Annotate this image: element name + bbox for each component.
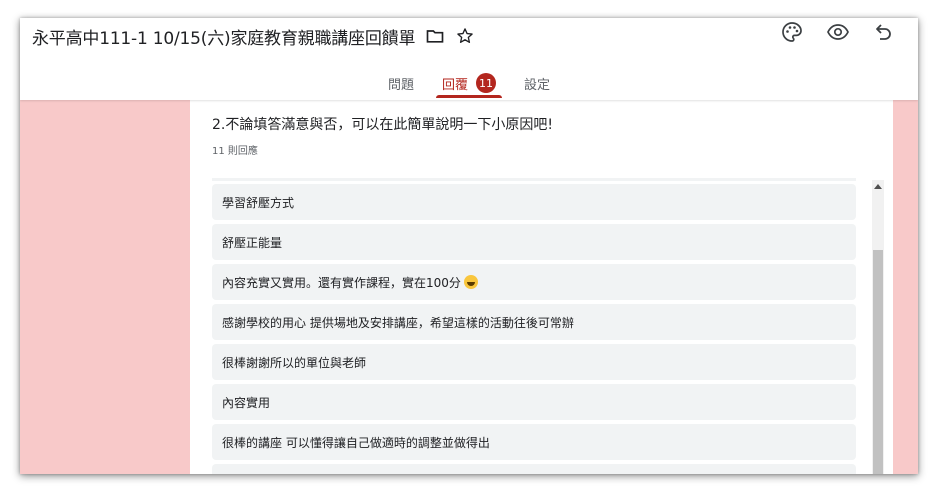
list-item: 感謝學校的用心 提供場地及安排講座，希望這樣的活動往後可常辦 xyxy=(212,304,856,340)
list-item: 內容實用 xyxy=(212,384,856,420)
response-text: 內容實用 xyxy=(222,395,271,410)
tab-bar: 問題 回覆 11 設定 xyxy=(20,72,918,100)
tab-responses[interactable]: 回覆 11 xyxy=(435,72,503,98)
tab-questions-label: 問題 xyxy=(387,77,414,93)
question-card: 2.不論填答滿意與否，可以在此簡單說明一下小原因吧! 11 則回應 學習舒壓方式… xyxy=(190,100,893,474)
title-row: 永平高中111-1 10/15(六)家庭教育親職講座回饋單 xyxy=(32,24,475,49)
scroll-up-arrow-icon[interactable] xyxy=(874,184,882,189)
list-item: 內容充實又實用。還有實作課程，實在100分 xyxy=(212,264,856,300)
response-list-scrollbar[interactable] xyxy=(872,180,884,474)
question-response-count: 11 則回應 xyxy=(212,146,258,157)
tab-settings-label: 設定 xyxy=(524,77,551,93)
eye-preview-icon[interactable] xyxy=(826,20,850,44)
response-text: 感謝學校的用心 提供場地及安排講座，希望這樣的活動往後可常辦 xyxy=(222,315,574,330)
list-item: 很棒的講座 可以懂得讓自己做適時的調整並做得出 xyxy=(212,424,856,460)
response-text: 很棒謝謝所以的單位與老師 xyxy=(222,355,367,370)
undo-icon[interactable] xyxy=(872,20,896,44)
list-item: 很棒謝謝所以的單位與老師 xyxy=(212,344,856,380)
palette-icon[interactable] xyxy=(780,20,804,44)
list-item: 學習舒壓方式 xyxy=(212,184,856,220)
response-text: 內容充實又實用。還有實作課程，實在100分 xyxy=(222,275,461,290)
tab-responses-label: 回覆 xyxy=(441,77,468,93)
grinning-emoji-icon xyxy=(463,275,478,289)
list-top-edge xyxy=(212,178,856,181)
response-text: 舒壓正能量 xyxy=(222,235,283,250)
scrollbar-thumb[interactable] xyxy=(873,250,883,474)
toolbar-icons xyxy=(780,20,896,44)
top-bar: 永平高中111-1 10/15(六)家庭教育親職講座回饋單 問題 回覆 11 設… xyxy=(20,18,918,100)
star-icon[interactable] xyxy=(455,26,475,46)
tab-questions[interactable]: 問題 xyxy=(386,72,416,94)
response-text: 學習舒壓方式 xyxy=(222,195,295,210)
response-text: 很棒的講座 可以懂得讓自己做適時的調整並做得出 xyxy=(222,435,490,450)
response-count-badge: 11 xyxy=(476,73,496,93)
app-window: 永平高中111-1 10/15(六)家庭教育親職講座回饋單 問題 回覆 11 設… xyxy=(20,18,918,474)
list-item-partial xyxy=(212,464,856,474)
response-list[interactable]: 學習舒壓方式 舒壓正能量 內容充實又實用。還有實作課程，實在100分 感謝學校的… xyxy=(212,184,856,474)
form-title[interactable]: 永平高中111-1 10/15(六)家庭教育親職講座回饋單 xyxy=(32,24,415,49)
question-title: 2.不論填答滿意與否，可以在此簡單說明一下小原因吧! xyxy=(212,117,553,133)
folder-icon[interactable] xyxy=(425,26,445,46)
tab-settings[interactable]: 設定 xyxy=(522,72,552,94)
list-item: 舒壓正能量 xyxy=(212,224,856,260)
